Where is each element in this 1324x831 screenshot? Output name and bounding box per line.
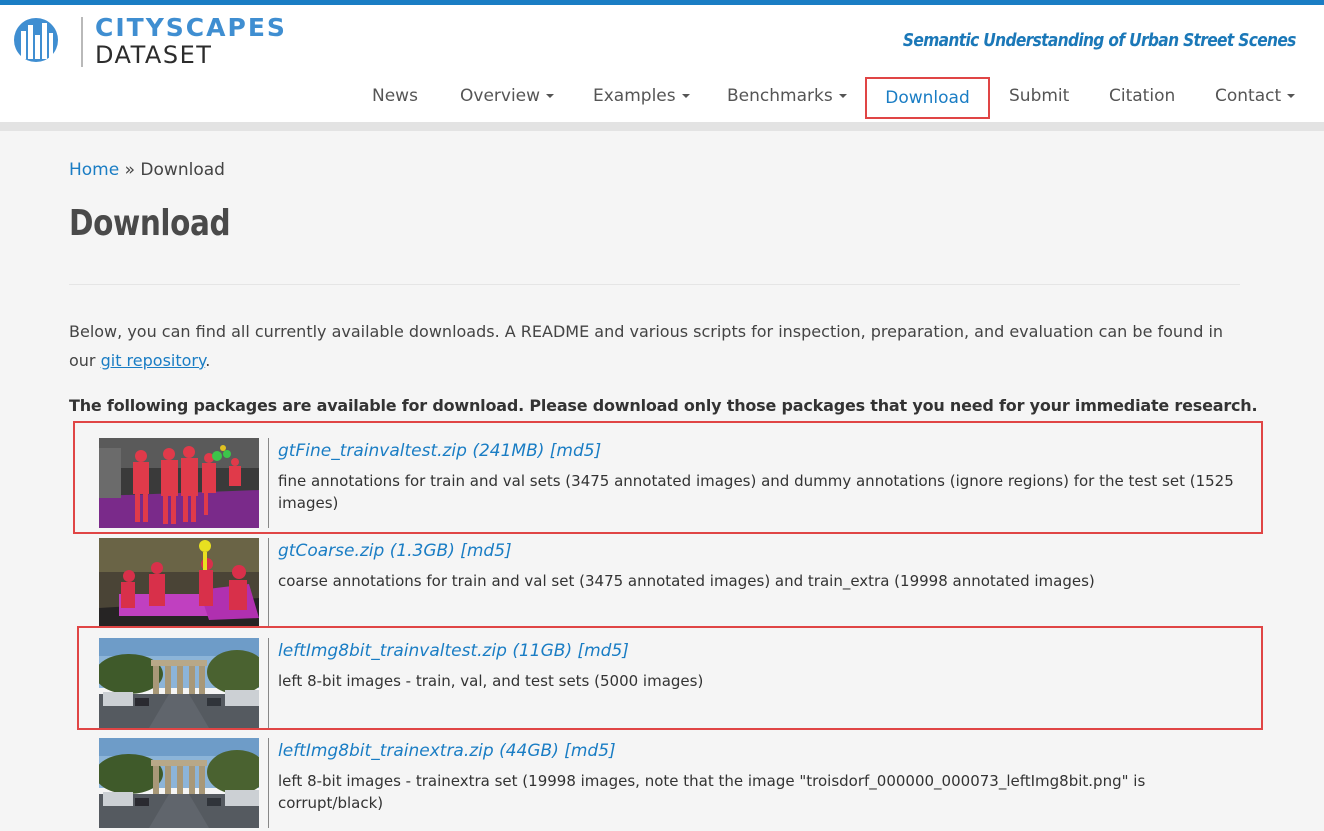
page-title: Download — [69, 203, 231, 244]
breadcrumb-current: Download — [140, 160, 225, 180]
intro-text-end: . — [205, 351, 211, 370]
intro-text: Below, you can find all currently availa… — [69, 322, 1224, 370]
brand-name-line2: DATASET — [95, 41, 213, 69]
breadcrumb-home-link[interactable]: Home — [69, 160, 119, 180]
site-logo[interactable]: CITYSCAPES DATASET — [13, 13, 285, 71]
package-download-link[interactable]: gtCoarse.zip (1.3GB) [md5] — [278, 541, 512, 561]
brand-name-line1: CITYSCAPES — [95, 13, 287, 42]
street-photo-thumbnail — [99, 738, 259, 828]
nav-news[interactable]: News — [372, 77, 418, 119]
caret-down-icon — [838, 94, 847, 98]
package-item: leftImg8bit_trainextra.zip (44GB) [md5] … — [99, 738, 1259, 828]
package-item: leftImg8bit_trainvaltest.zip (11GB) [md5… — [99, 638, 1259, 728]
nav-label: Contact — [1215, 86, 1282, 106]
nav-overview[interactable]: Overview — [460, 77, 555, 119]
caret-down-icon — [681, 94, 690, 98]
street-photo-thumbnail — [99, 638, 259, 728]
caret-down-icon — [546, 94, 555, 98]
coarse-annotation-thumbnail — [99, 538, 259, 628]
package-description: left 8-bit images - trainextra set (1999… — [278, 772, 1146, 812]
nav-label: Citation — [1109, 86, 1176, 106]
nav-label: Download — [885, 88, 970, 108]
nav-submit[interactable]: Submit — [1009, 77, 1069, 119]
breadcrumb-separator: » — [119, 160, 141, 180]
package-download-link[interactable]: leftImg8bit_trainvaltest.zip (11GB) [md5… — [278, 641, 629, 661]
nav-examples[interactable]: Examples — [593, 77, 690, 119]
package-separator — [268, 538, 269, 628]
package-separator — [268, 638, 269, 728]
nav-label: Benchmarks — [727, 86, 833, 106]
package-separator — [268, 738, 269, 828]
fine-annotation-thumbnail — [99, 438, 259, 528]
site-header: CITYSCAPES DATASET Semantic Understandin… — [0, 5, 1324, 122]
package-download-link[interactable]: gtFine_trainvaltest.zip (241MB) [md5] — [278, 441, 601, 461]
logo-divider — [81, 17, 83, 67]
intro-paragraph: Below, you can find all currently availa… — [69, 317, 1229, 375]
nav-benchmarks[interactable]: Benchmarks — [727, 77, 847, 119]
header-shadow — [0, 122, 1324, 131]
title-divider — [69, 284, 1240, 285]
nav-label: Examples — [593, 86, 676, 106]
nav-contact[interactable]: Contact — [1215, 77, 1296, 119]
nav-label: Submit — [1009, 86, 1070, 106]
package-description: fine annotations for train and val sets … — [278, 472, 1234, 512]
git-repository-link[interactable]: git repository — [101, 351, 206, 370]
city-skyline-logo-icon — [14, 18, 58, 62]
site-tagline: Semantic Understanding of Urban Street S… — [903, 30, 1296, 51]
nav-download[interactable]: Download — [865, 77, 990, 119]
nav-label: News — [372, 86, 418, 106]
caret-down-icon — [1287, 94, 1296, 98]
package-download-link[interactable]: leftImg8bit_trainextra.zip (44GB) [md5] — [278, 741, 616, 761]
package-item: gtCoarse.zip (1.3GB) [md5] coarse annota… — [99, 538, 1259, 628]
nav-label: Overview — [460, 86, 541, 106]
breadcrumb: Home » Download — [69, 160, 225, 180]
package-item: gtFine_trainvaltest.zip (241MB) [md5] fi… — [99, 438, 1259, 528]
package-description: coarse annotations for train and val set… — [278, 572, 1095, 590]
package-separator — [268, 438, 269, 528]
nav-citation[interactable]: Citation — [1109, 77, 1175, 119]
package-description: left 8-bit images - train, val, and test… — [278, 672, 704, 690]
packages-heading: The following packages are available for… — [69, 396, 1258, 415]
